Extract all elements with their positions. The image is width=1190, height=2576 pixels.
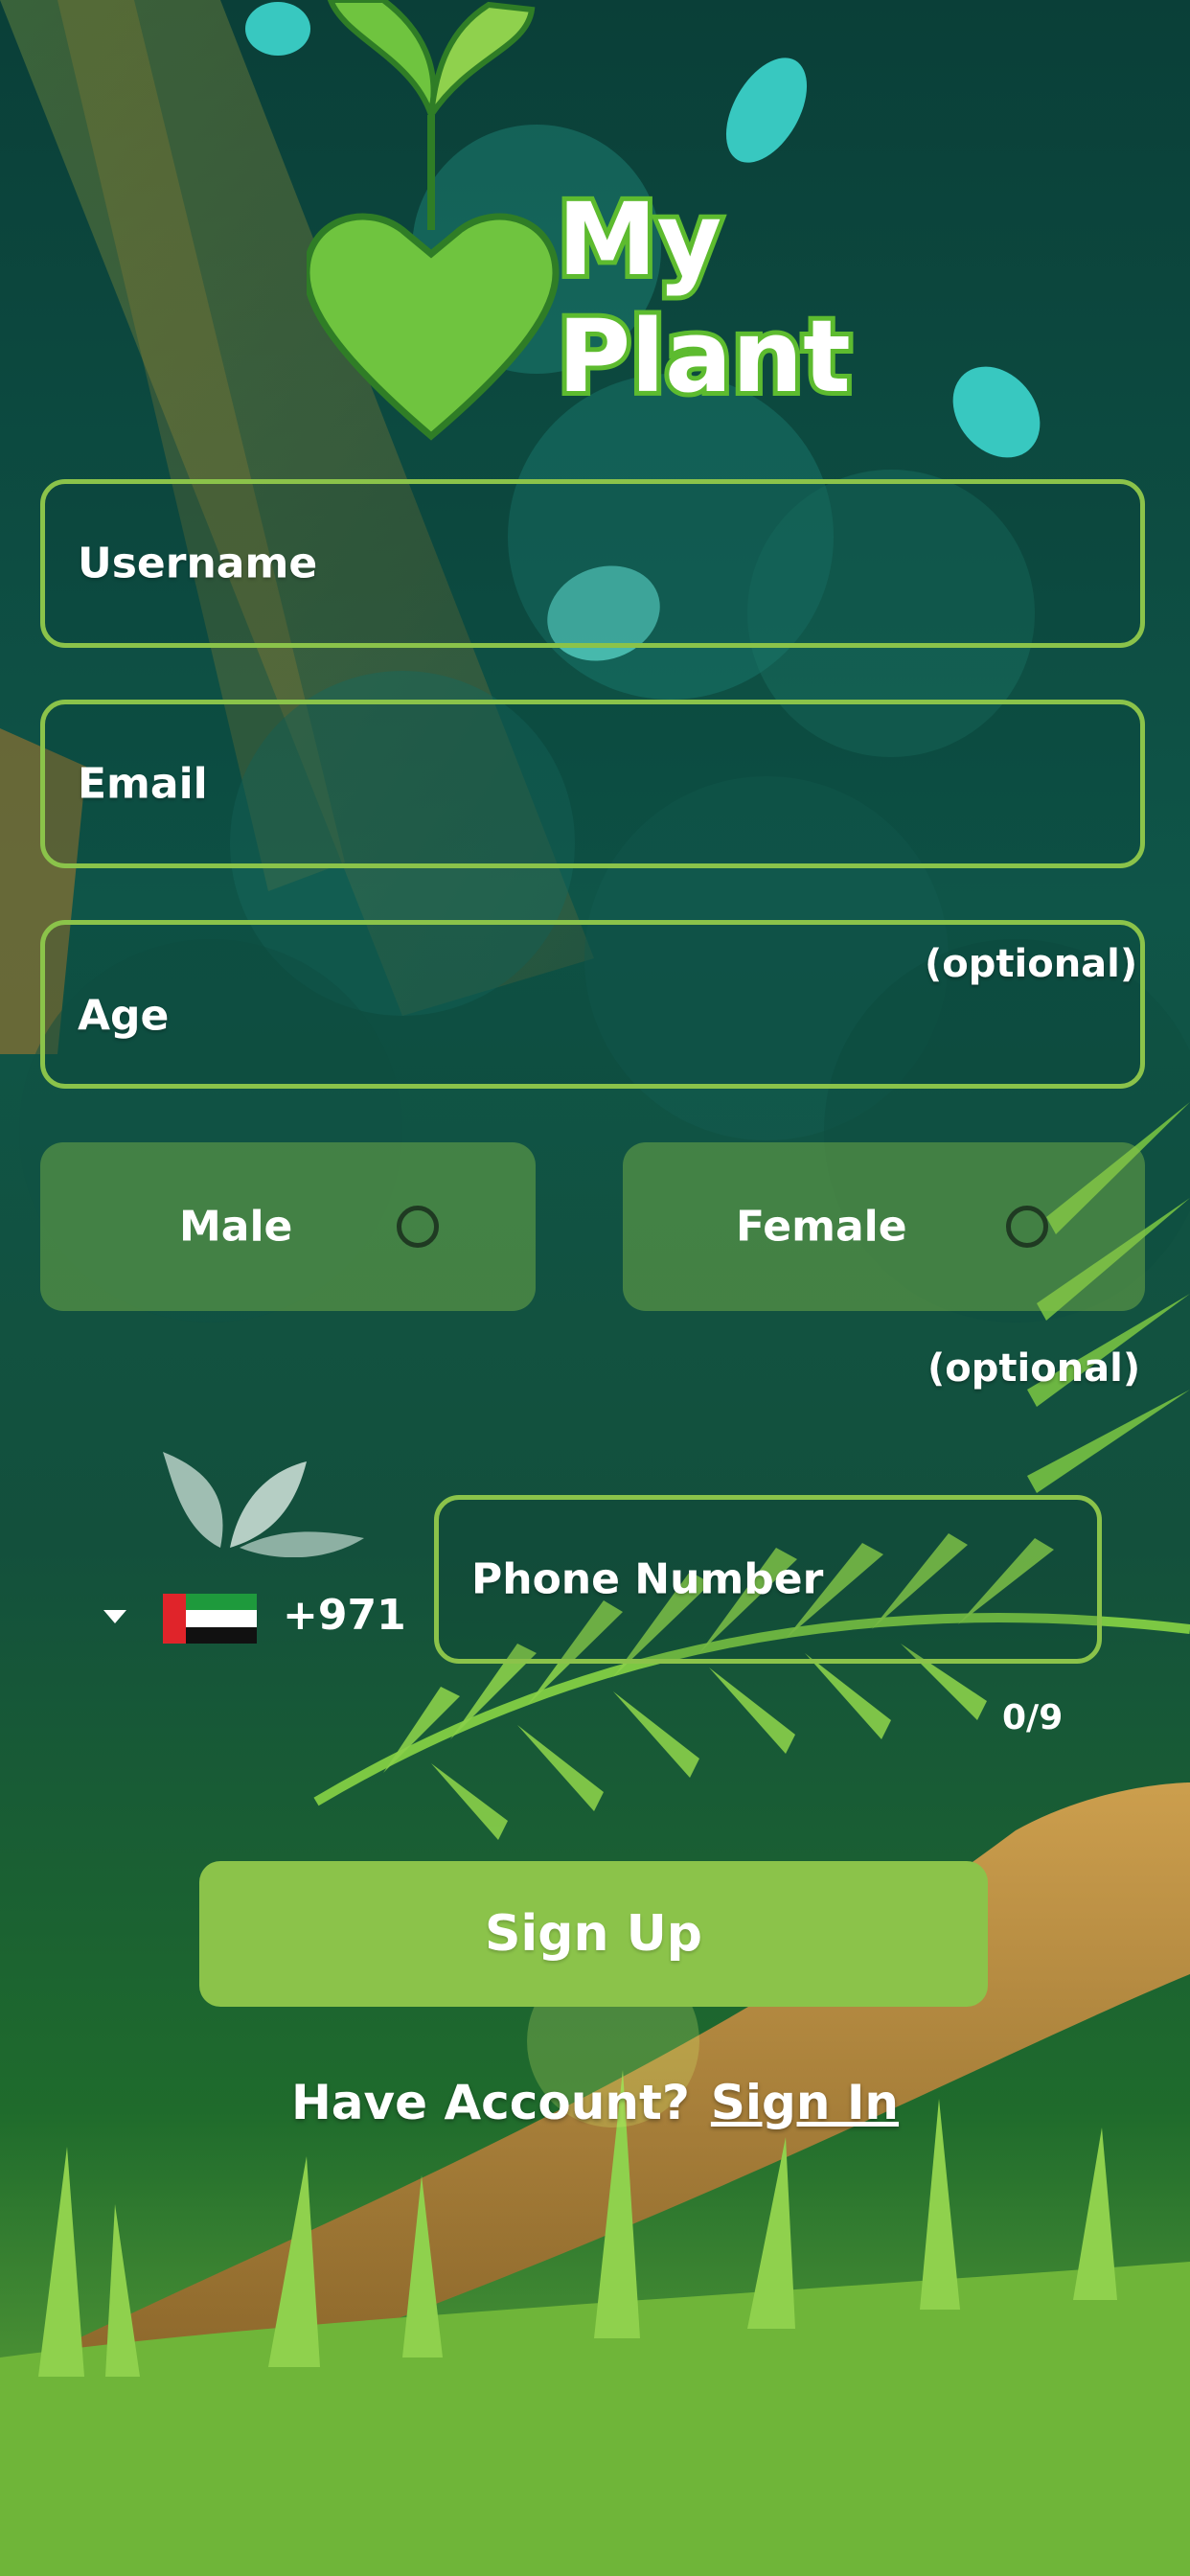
gender-male-option[interactable]: Male <box>40 1142 536 1311</box>
uae-flag-icon <box>163 1594 257 1644</box>
gender-female-label: Female <box>736 1202 907 1252</box>
logo-text-plant: Plant <box>553 298 856 415</box>
sign-in-link[interactable]: Sign In <box>711 2075 899 2130</box>
phone-number-placeholder: Phone Number <box>471 1554 824 1604</box>
email-placeholder: Email <box>78 759 208 809</box>
country-code: +971 <box>283 1591 406 1640</box>
gender-female-option[interactable]: Female <box>623 1142 1145 1311</box>
sign-up-button[interactable]: Sign Up <box>199 1861 988 2007</box>
phone-char-counter: 0/9 <box>1002 1698 1064 1737</box>
username-placeholder: Username <box>78 539 318 588</box>
radio-circle-icon[interactable] <box>397 1206 439 1248</box>
email-field[interactable]: Email <box>40 700 1145 868</box>
logo-text-my: My <box>553 181 726 298</box>
radio-circle-icon[interactable] <box>1006 1206 1048 1248</box>
age-placeholder: Age <box>78 991 170 1041</box>
username-field[interactable]: Username <box>40 479 1145 648</box>
gender-optional-label: (optional) <box>927 1346 1141 1391</box>
age-optional-label: (optional) <box>925 942 1138 986</box>
caret-down-icon[interactable] <box>103 1610 126 1625</box>
app-logo: My Plant <box>303 0 891 450</box>
phone-number-field[interactable]: Phone Number <box>434 1495 1102 1664</box>
gender-male-label: Male <box>179 1202 293 1252</box>
country-picker[interactable]: +971 <box>96 1442 406 1663</box>
sign-in-prompt: Have Account? Sign In <box>0 2075 1190 2130</box>
have-account-text: Have Account? <box>290 2075 690 2130</box>
leaf-icon <box>163 1452 364 1557</box>
